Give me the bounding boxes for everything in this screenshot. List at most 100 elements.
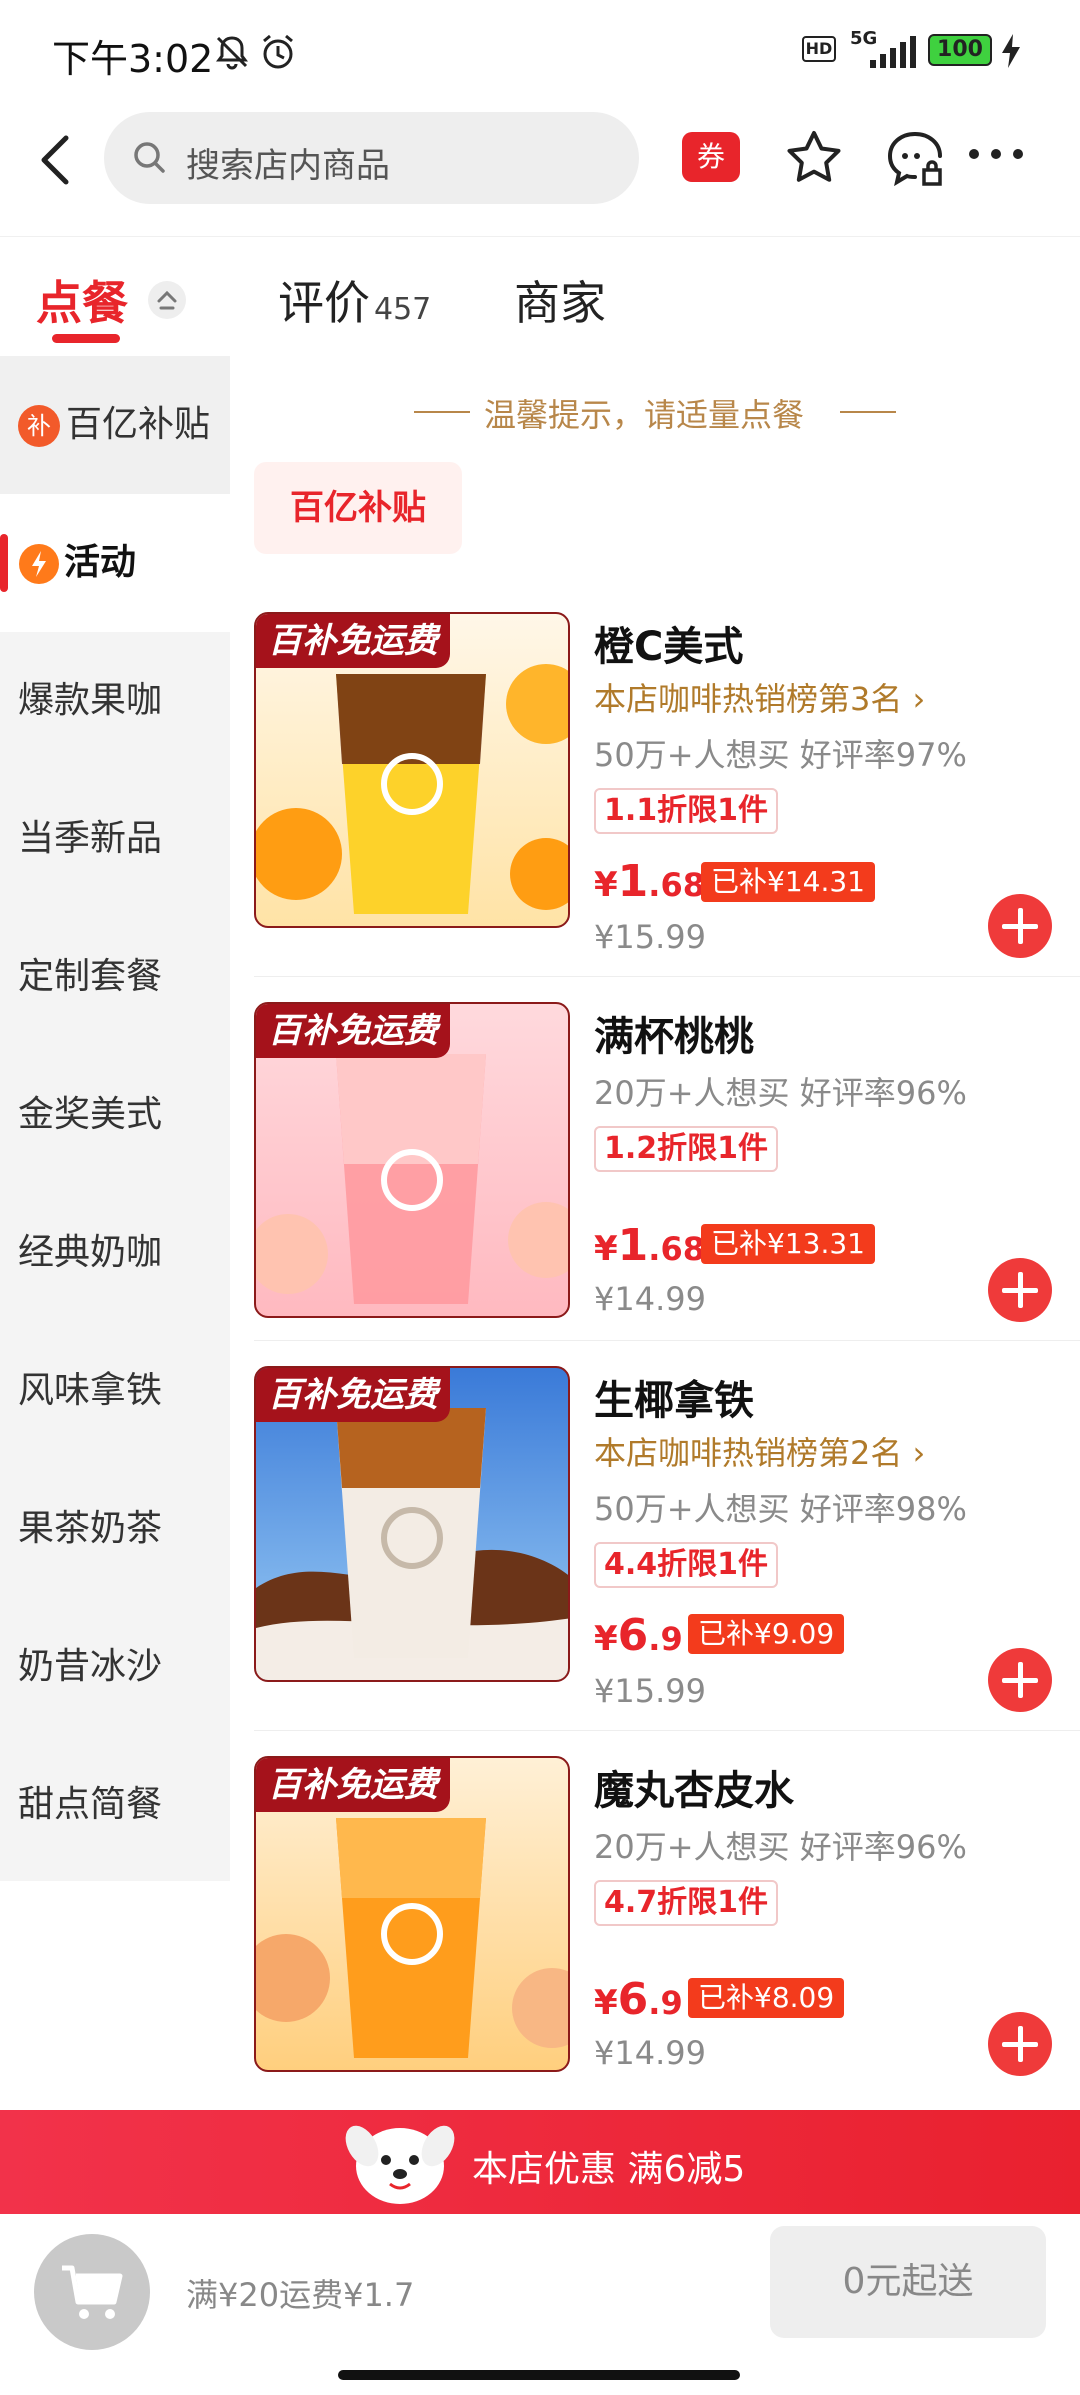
collapse-up-icon[interactable] [146,279,188,321]
sidebar-item-smoothie[interactable]: 奶昔冰沙 [0,1598,230,1736]
sidebar-item-label: 果茶奶茶 [18,1508,163,1549]
coupon-button[interactable]: 券 [682,132,740,182]
tab-reviews[interactable]: 评价 457 [278,267,431,333]
product-rank[interactable]: 本店咖啡热销榜第3名 › [594,674,925,720]
sidebar-item-label: 奶昔冰沙 [18,1646,163,1687]
product-price: ¥6.9 [594,1974,683,2025]
product-price: ¥1.68 [594,1220,705,1271]
sidebar-item-label: 金奖美式 [18,1094,163,1135]
product-stats: 20万+人想买 好评率96% [594,1074,967,1112]
free-delivery-tag: 百补免运费 [256,1758,450,1812]
sidebar-item-hit-fruit-coffee[interactable]: 爆款果咖 [0,632,230,770]
tip-line-right [840,411,896,413]
free-delivery-tag: 百补免运费 [256,1004,450,1058]
product-stats: 50万+人想买 好评率98% [594,1490,967,1528]
divider [254,1730,1080,1731]
add-to-cart-button[interactable] [988,1648,1052,1712]
star-icon[interactable] [784,128,844,188]
signal-icon [870,36,916,68]
subsidy-badge: 已补¥13.31 [701,1224,875,1264]
tip-line-left [414,411,470,413]
product-card[interactable]: 百补免运费 满杯桃桃 20万+人想买 好评率96% 1.2折限1件 ¥1.68 … [254,1002,1080,1368]
sidebar-item-milk-coffee[interactable]: 经典奶咖 [0,1184,230,1322]
promo-text: 本店优惠 满6减5 [472,2149,746,2190]
divider [254,976,1080,977]
more-icon[interactable] [966,144,1026,164]
sidebar-item-label: 爆款果咖 [18,680,163,721]
tab-order-label: 点餐 [36,276,128,330]
status-time: 下午3:02 [52,37,214,81]
product-name: 橙C美式 [594,624,744,670]
home-indicator[interactable] [338,2370,740,2380]
discount-badge: 1.2折限1件 [594,1126,779,1172]
product-rank[interactable]: 本店咖啡热销榜第2名 › [594,1428,925,1474]
tab-reviews-count: 457 [374,292,432,327]
add-to-cart-button[interactable] [988,1258,1052,1322]
add-to-cart-button[interactable] [988,2012,1052,2076]
chat-icon[interactable] [884,128,946,190]
sidebar-item-activity[interactable]: 活动 [0,494,230,632]
delivery-fee-text: 满¥20运费¥1.7 [186,2276,415,2314]
checkout-button[interactable]: 0元起送 [770,2226,1046,2338]
product-card[interactable]: 百补免运费 橙C美式 本店咖啡热销榜第3名 › 50万+人想买 好评率97% 1… [254,612,1080,978]
add-to-cart-button[interactable] [988,894,1052,958]
tab-order[interactable]: 点餐 [36,267,128,333]
discount-badge: 1.1折限1件 [594,788,779,834]
order-tip: 温馨提示，请适量点餐 [484,396,805,434]
sidebar-item-label: 经典奶咖 [18,1232,163,1273]
search-placeholder: 搜索店内商品 [186,146,390,186]
cart-icon [62,2265,123,2319]
tab-active-underline [52,334,120,343]
category-sidebar: 补百亿补贴 活动 爆款果咖 当季新品 定制套餐 金奖美式 经典奶咖 风味拿铁 果… [0,356,230,1881]
product-price: ¥1.68 [594,856,705,907]
product-card[interactable]: 百补免运费 魔丸杏皮水 20万+人想买 好评率96% 4.7折限1件 ¥6.9 … [254,1756,1080,2122]
sidebar-item-seasonal[interactable]: 当季新品 [0,770,230,908]
cart-button[interactable] [34,2234,150,2350]
tab-reviews-label: 评价 [278,276,370,330]
store-promo-bar[interactable]: 本店优惠 满6减5 [0,2110,1080,2214]
sidebar-item-label: 甜点简餐 [18,1784,163,1825]
sidebar-item-dessert[interactable]: 甜点简餐 [0,1736,230,1874]
search-icon [134,142,165,173]
subsidy-badge-icon: 补 [18,405,60,447]
category-heading: 百亿补贴 [254,462,462,554]
sidebar-item-label: 活动 [64,542,137,583]
product-name: 生椰拿铁 [594,1378,754,1424]
subsidy-badge: 已补¥14.31 [701,862,875,902]
alarm-icon [263,34,293,69]
sidebar-item-americano[interactable]: 金奖美式 [0,1046,230,1184]
tab-merchant-label: 商家 [514,276,606,330]
product-image: 百补免运费 [254,612,570,928]
header-bar: 搜索店内商品 券 [0,108,1080,238]
free-delivery-tag: 百补免运费 [256,1368,450,1422]
original-price: ¥14.99 [594,1280,706,1318]
divider [254,1340,1080,1341]
search-input[interactable]: 搜索店内商品 [104,112,639,204]
charging-icon [1002,34,1020,68]
product-card[interactable]: 百补免运费 生椰拿铁 本店咖啡热销榜第2名 › 50万+人想买 好评率98% 4… [254,1366,1080,1732]
back-icon[interactable] [36,132,76,188]
subsidy-badge: 已补¥9.09 [688,1614,845,1654]
free-delivery-tag: 百补免运费 [256,614,450,668]
product-image: 百补免运费 [254,1002,570,1318]
product-stats: 20万+人想买 好评率96% [594,1828,967,1866]
sidebar-item-label: 当季新品 [18,818,163,859]
battery-indicator: 100 [928,34,992,66]
sidebar-item-combo[interactable]: 定制套餐 [0,908,230,1046]
joy-dog-mascot-icon [345,2125,455,2204]
original-price: ¥14.99 [594,2034,706,2072]
tab-bar: 点餐 评价 457 商家 [0,236,1080,356]
tab-merchant[interactable]: 商家 [514,267,606,333]
checkout-bar: 满¥20运费¥1.7 0元起送 [0,2214,1080,2395]
sidebar-item-subsidy[interactable]: 补百亿补贴 [0,356,230,494]
sidebar-item-latte[interactable]: 风味拿铁 [0,1322,230,1460]
product-price: ¥6.9 [594,1610,683,1661]
product-stats: 50万+人想买 好评率97% [594,736,967,774]
product-image: 百补免运费 [254,1366,570,1682]
hd-badge: HD [802,36,836,62]
original-price: ¥15.99 [594,1672,706,1710]
sidebar-item-fruit-tea[interactable]: 果茶奶茶 [0,1460,230,1598]
subsidy-badge: 已补¥8.09 [688,1978,845,2018]
sidebar-item-label: 风味拿铁 [18,1370,163,1411]
product-name: 满杯桃桃 [594,1014,754,1060]
